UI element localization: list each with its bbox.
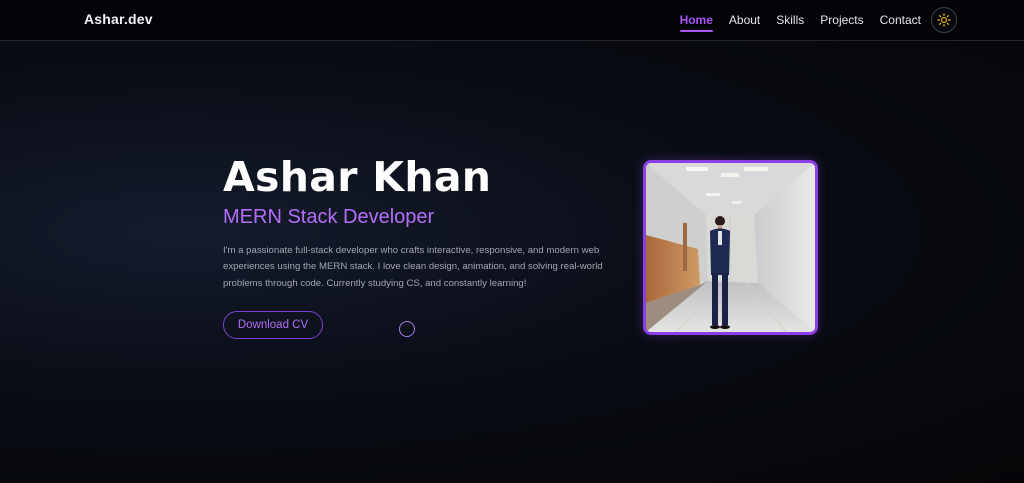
download-cv-button[interactable]: Download CV [223, 311, 323, 339]
sun-icon [937, 13, 951, 27]
hero-description: I'm a passionate full-stack developer wh… [223, 245, 603, 289]
theme-toggle-button[interactable] [931, 7, 957, 33]
profile-photo-image [646, 163, 815, 332]
nav-link-home[interactable]: Home [679, 13, 714, 32]
navbar: Ashar.dev Home About Skills Projects Con… [0, 0, 1024, 41]
nav-link-projects[interactable]: Projects [820, 13, 863, 31]
profile-photo [643, 160, 818, 335]
brand-logo[interactable]: Ashar.dev [84, 11, 153, 27]
hero-role: MERN Stack Developer [223, 206, 435, 228]
nav-links: Home About Skills Projects Contact [679, 13, 921, 32]
hero-section: Ashar Khan MERN Stack Developer I'm a pa… [223, 152, 613, 339]
nav-link-skills[interactable]: Skills [776, 13, 804, 31]
cursor-ring [399, 321, 415, 337]
nav-link-contact[interactable]: Contact [880, 13, 921, 31]
nav-link-about[interactable]: About [729, 13, 760, 31]
hero-name: Ashar Khan [223, 153, 492, 201]
